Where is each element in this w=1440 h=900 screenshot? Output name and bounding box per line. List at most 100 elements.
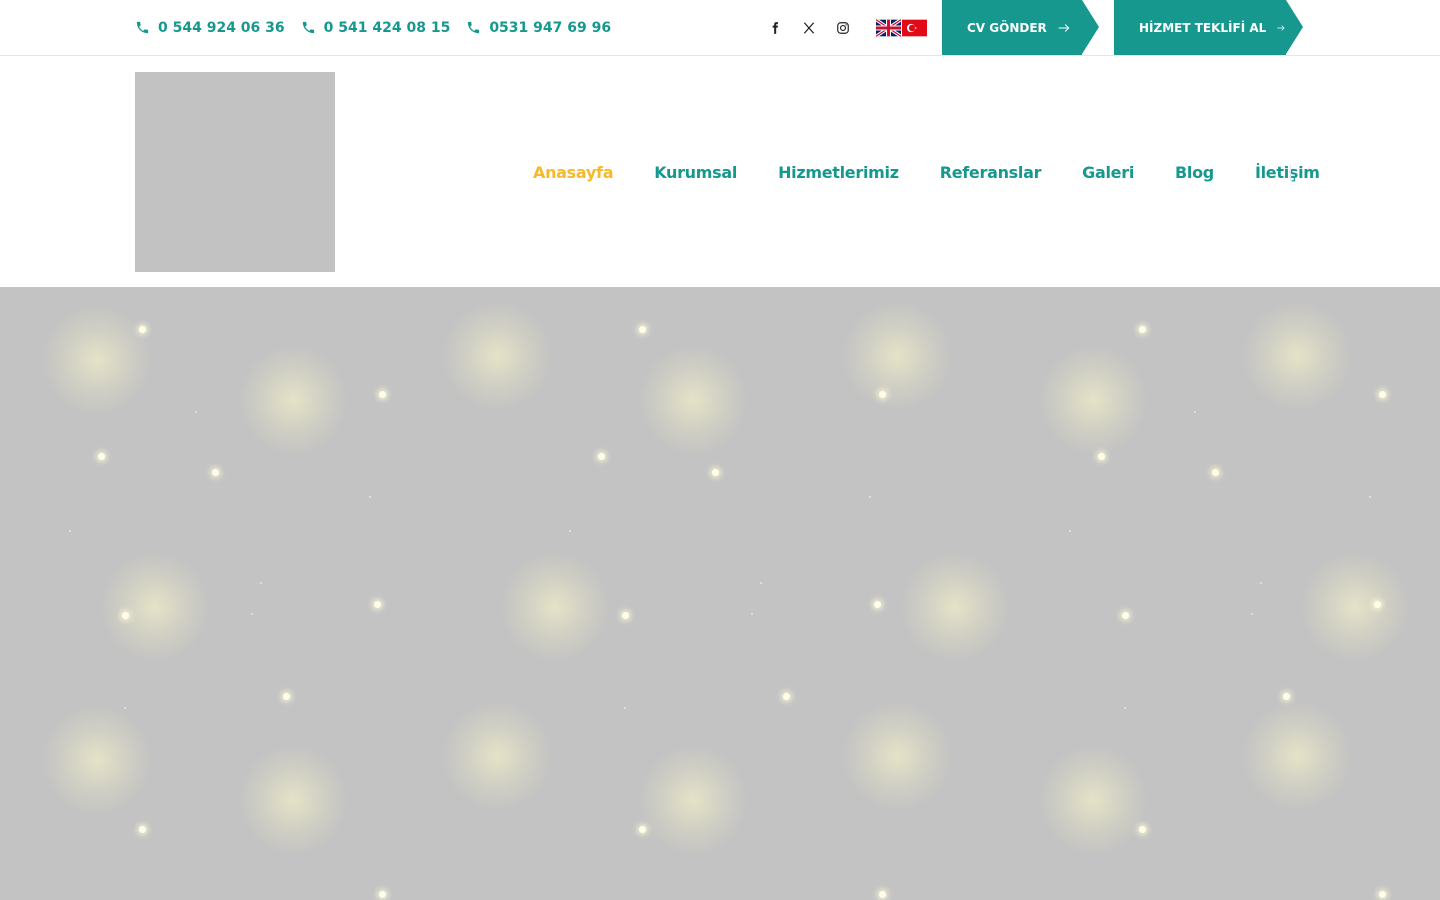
phone-link-3[interactable]: 0531 947 69 96	[466, 20, 611, 36]
instagram-link[interactable]	[835, 20, 851, 36]
bokeh-orb	[900, 552, 1010, 662]
sparkle	[212, 469, 219, 476]
sparkle	[1212, 469, 1219, 476]
language-turkish[interactable]	[902, 19, 927, 37]
sparkle	[374, 601, 381, 608]
bokeh-orb	[442, 301, 552, 411]
sparkle	[379, 891, 386, 898]
sparkle	[1098, 453, 1105, 460]
nav-item-blog[interactable]: Blog	[1175, 163, 1214, 182]
uk-flag-icon	[876, 19, 901, 37]
speck	[1194, 411, 1196, 413]
speck	[69, 530, 71, 532]
nav-item-anasayfa[interactable]: Anasayfa	[533, 163, 613, 182]
speck	[195, 411, 197, 413]
bokeh-orb	[1300, 552, 1410, 662]
sparkle	[1374, 601, 1381, 608]
request-quote-button[interactable]: HİZMET TEKLİFİ AL	[1114, 0, 1303, 55]
sparkle	[1122, 612, 1129, 619]
phone-number: 0 541 424 08 15	[323, 19, 451, 36]
arrow-right-icon	[1277, 24, 1285, 31]
phone-number: 0 544 924 06 36	[158, 19, 285, 36]
nav-item-hizmetlerimiz[interactable]: Hizmetlerimiz	[778, 163, 899, 182]
sparkle	[639, 826, 646, 833]
bokeh-orb	[842, 301, 952, 411]
main-nav: Anasayfa Kurumsal Hizmetlerimiz Referans…	[533, 156, 1320, 188]
sparkle	[122, 612, 129, 619]
speck	[260, 582, 262, 584]
bokeh-orb	[1038, 345, 1148, 455]
bokeh-orb	[638, 345, 748, 455]
sparkle	[879, 391, 886, 398]
speck	[869, 496, 871, 498]
language-english[interactable]	[876, 19, 901, 37]
sparkle	[98, 453, 105, 460]
sparkle	[379, 391, 386, 398]
bokeh-orb	[100, 552, 210, 662]
sparkle	[139, 326, 146, 333]
bokeh-orb	[1242, 301, 1352, 411]
phone-number: 0531 947 69 96	[489, 19, 612, 36]
instagram-icon	[837, 21, 849, 34]
speck	[124, 707, 126, 709]
speck	[760, 582, 762, 584]
send-cv-label: CV GÖNDER	[967, 20, 1047, 35]
facebook-link[interactable]	[767, 20, 783, 36]
nav-item-kurumsal[interactable]: Kurumsal	[654, 163, 737, 182]
phone-icon	[468, 21, 480, 34]
nav-divider	[1290, 165, 1291, 181]
speck	[1124, 707, 1126, 709]
social-links	[767, 0, 851, 55]
request-quote-label: HİZMET TEKLİFİ AL	[1139, 20, 1267, 35]
sparkle	[283, 693, 290, 700]
bokeh-orb	[638, 745, 748, 855]
sparkle	[622, 612, 629, 619]
speck	[1369, 496, 1371, 498]
speck	[569, 530, 571, 532]
speck	[251, 613, 253, 615]
speck	[369, 496, 371, 498]
top-bar: 0 544 924 06 36 0 541 424 08 15 0531 947…	[0, 0, 1440, 56]
x-twitter-icon	[803, 21, 815, 34]
sparkle	[639, 326, 646, 333]
bokeh-orb	[1242, 701, 1352, 811]
facebook-icon	[772, 21, 778, 34]
arrow-right-icon	[1058, 23, 1070, 32]
phone-link-2[interactable]: 0 541 424 08 15	[301, 19, 451, 36]
bokeh-orb	[42, 705, 152, 815]
sparkle	[1379, 891, 1386, 898]
phone-link-1[interactable]: 0 544 924 06 36	[135, 20, 285, 36]
speck	[1260, 582, 1262, 584]
site-logo[interactable]	[135, 72, 335, 272]
bokeh-orb	[442, 701, 552, 811]
bokeh-orb	[500, 552, 610, 662]
speck	[751, 613, 753, 615]
language-switcher	[876, 19, 927, 37]
hero-slider	[0, 287, 1440, 900]
speck	[1069, 530, 1071, 532]
sparkle	[1139, 326, 1146, 333]
nav-item-galeri[interactable]: Galeri	[1082, 163, 1134, 182]
sparkle	[1283, 693, 1290, 700]
x-twitter-link[interactable]	[801, 20, 817, 36]
sparkle	[712, 469, 719, 476]
bokeh-orb	[238, 745, 348, 855]
bokeh-orb	[238, 345, 348, 455]
nav-item-iletisim[interactable]: İletişim	[1255, 163, 1320, 182]
phone-list: 0 544 924 06 36 0 541 424 08 15 0531 947…	[135, 0, 611, 55]
speck	[1251, 613, 1253, 615]
phone-icon	[302, 21, 314, 34]
sparkle	[783, 693, 790, 700]
nav-item-referanslar[interactable]: Referanslar	[940, 163, 1042, 182]
sparkle	[879, 891, 886, 898]
send-cv-button[interactable]: CV GÖNDER	[942, 0, 1099, 55]
sparkle	[1139, 826, 1146, 833]
phone-icon	[136, 21, 149, 34]
speck	[624, 707, 626, 709]
sparkle	[1379, 391, 1386, 398]
sparkle	[874, 601, 881, 608]
bokeh-orb	[842, 701, 952, 811]
bokeh-orb	[1038, 745, 1148, 855]
turkey-flag-icon	[902, 19, 927, 37]
sparkle	[139, 826, 146, 833]
